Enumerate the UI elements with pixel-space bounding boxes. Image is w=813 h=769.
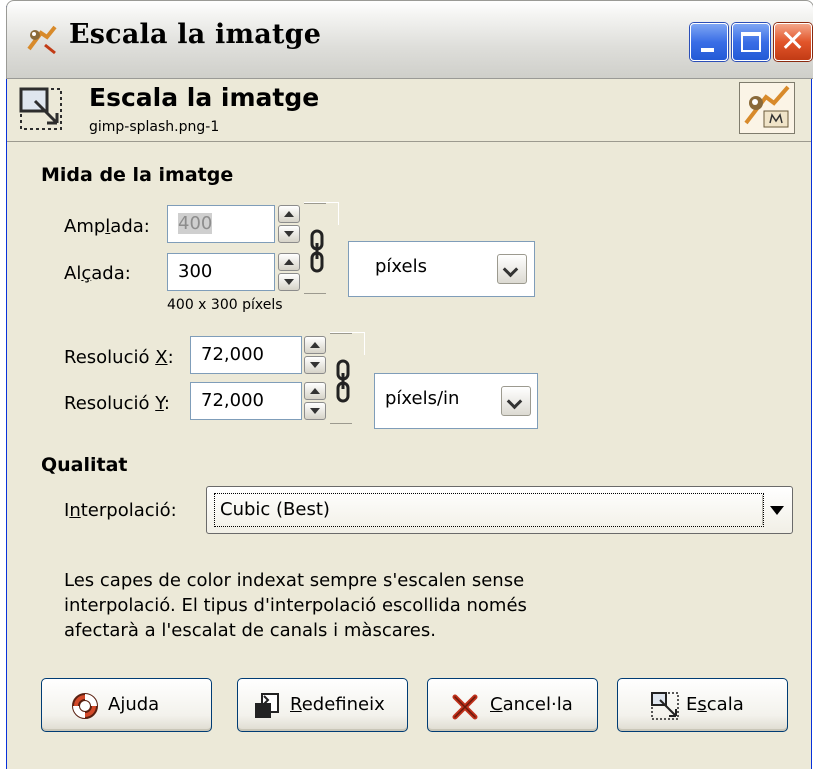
- maximize-icon: [741, 32, 761, 52]
- width-stepper-down[interactable]: [278, 225, 300, 243]
- res-y-value: 72,000: [201, 390, 264, 411]
- chain-link-icon[interactable]: [307, 228, 329, 274]
- scale-button[interactable]: Escala: [617, 678, 788, 732]
- width-label-text: Amp: [64, 216, 106, 237]
- res-x-field[interactable]: 72,000: [190, 336, 302, 374]
- width-label-text-end: ada:: [110, 216, 150, 237]
- res-y-label-text-end: :: [163, 393, 170, 414]
- res-y-label-mnemonic: Y: [155, 393, 164, 414]
- res-chain-link-icon[interactable]: [333, 358, 355, 404]
- height-label: Alçada:: [64, 263, 131, 284]
- res-x-label-text-end: :: [167, 347, 174, 368]
- dropdown-arrow-icon: [770, 506, 784, 515]
- res-y-field[interactable]: 72,000: [190, 382, 302, 420]
- reset-mnemonic: R: [290, 694, 302, 715]
- scale-tool-icon: [651, 692, 679, 720]
- reset-label-rest: edefineix: [301, 694, 385, 715]
- res-x-stepper-up[interactable]: [304, 336, 326, 354]
- height-field[interactable]: 300: [167, 253, 275, 291]
- window-title: Escala la imatge: [69, 19, 322, 50]
- width-value: 400: [178, 213, 213, 234]
- res-y-stepper[interactable]: [304, 382, 326, 420]
- height-label-mnemonic: ç: [81, 263, 92, 284]
- width-label: Amplada:: [64, 216, 150, 237]
- image-size-section-title: Mida de la imatge: [41, 164, 234, 186]
- scale-label-pre: E: [686, 694, 698, 715]
- header-title: Escala la imatge: [89, 83, 320, 112]
- interpolation-note: Les capes de color indexat sempre s'esca…: [64, 568, 527, 643]
- cancel-mnemonic: C: [490, 694, 503, 715]
- height-label-text-end: ada:: [91, 263, 131, 284]
- res-chain-bracket-bottom: [330, 402, 364, 424]
- help-button-label: Ajuda: [108, 694, 160, 715]
- height-label-text: Al: [64, 263, 82, 284]
- size-unit-combo[interactable]: píxels: [348, 241, 535, 297]
- reset-button-label: Redefineix: [290, 694, 385, 715]
- interp-separator: [762, 495, 763, 525]
- note-line-2: interpolació. El tipus d'interpolació es…: [64, 595, 527, 616]
- gimp-wilber-icon: [740, 83, 794, 133]
- resolution-unit-combo[interactable]: píxels/in: [374, 373, 538, 429]
- cancel-button[interactable]: Cancel·la: [427, 678, 598, 732]
- res-x-stepper[interactable]: [304, 336, 326, 374]
- resolution-unit-value: píxels/in: [385, 388, 460, 409]
- res-y-label: Resolució Y:: [64, 393, 170, 414]
- res-chain-bracket-top: [330, 332, 365, 355]
- lifebuoy-icon: [72, 693, 98, 719]
- size-unit-value: píxels: [375, 256, 427, 277]
- height-stepper-up[interactable]: [278, 253, 300, 271]
- minimize-icon: [701, 48, 714, 52]
- reset-icon: [255, 693, 279, 718]
- gimp-app-icon: [27, 25, 57, 55]
- wilber-badge: [739, 82, 795, 134]
- res-x-value: 72,000: [201, 344, 264, 365]
- interp-label-text-end: terpolació:: [80, 500, 177, 521]
- height-stepper[interactable]: [278, 253, 300, 291]
- minimize-button[interactable]: [690, 23, 728, 61]
- interp-label-mnemonic: n: [69, 500, 81, 521]
- width-stepper[interactable]: [278, 205, 300, 243]
- height-stepper-down[interactable]: [278, 273, 300, 291]
- chain-bracket-bottom: [304, 272, 338, 294]
- res-chevron-down-icon[interactable]: [501, 386, 531, 416]
- width-stepper-up[interactable]: [278, 205, 300, 223]
- interpolation-label: Interpolació:: [64, 500, 177, 521]
- header-subtitle: gimp-splash.png-1: [89, 119, 220, 135]
- res-x-label-mnemonic: X: [155, 347, 168, 368]
- scale-tool-icon: [19, 87, 62, 130]
- scale-button-label: Escala: [686, 694, 744, 715]
- interpolation-select[interactable]: Cubic (Best): [206, 486, 793, 534]
- height-value: 300: [178, 261, 213, 282]
- chevron-down-icon[interactable]: [497, 254, 527, 284]
- note-line-1: Les capes de color indexat sempre s'esca…: [64, 570, 525, 591]
- cancel-label-rest: ancel·la: [502, 694, 573, 715]
- res-x-label: Resolució X:: [64, 347, 174, 368]
- res-x-label-text: Resolució: [64, 347, 156, 368]
- res-y-stepper-down[interactable]: [304, 402, 326, 420]
- cancel-button-label: Cancel·la: [490, 694, 573, 715]
- res-y-label-text: Resolució: [64, 393, 156, 414]
- close-icon: ✕: [780, 24, 806, 59]
- note-line-3: afectarà a l'escalat de canals i màscare…: [64, 620, 436, 641]
- interpolation-value: Cubic (Best): [214, 493, 764, 527]
- chain-bracket-top: [304, 202, 339, 225]
- dialog-header: Escala la imatge gimp-splash.png-1: [7, 79, 811, 142]
- scale-label-post: cala: [706, 694, 744, 715]
- quality-section-title: Qualitat: [41, 454, 128, 476]
- res-y-stepper-up[interactable]: [304, 382, 326, 400]
- scale-mnemonic: s: [697, 694, 707, 715]
- title-bar[interactable]: Escala la imatge ✕: [6, 0, 813, 79]
- reset-button[interactable]: Redefineix: [237, 678, 408, 732]
- size-summary: 400 x 300 píxels: [167, 297, 283, 313]
- cancel-x-icon: [452, 694, 478, 720]
- width-field[interactable]: 400: [167, 205, 275, 243]
- close-button[interactable]: ✕: [774, 23, 812, 61]
- help-button[interactable]: Ajuda: [41, 678, 212, 732]
- scale-image-window: Escala la imatge ✕ Escala la imatge gimp…: [6, 0, 813, 769]
- maximize-button[interactable]: [732, 23, 770, 61]
- res-x-stepper-down[interactable]: [304, 356, 326, 374]
